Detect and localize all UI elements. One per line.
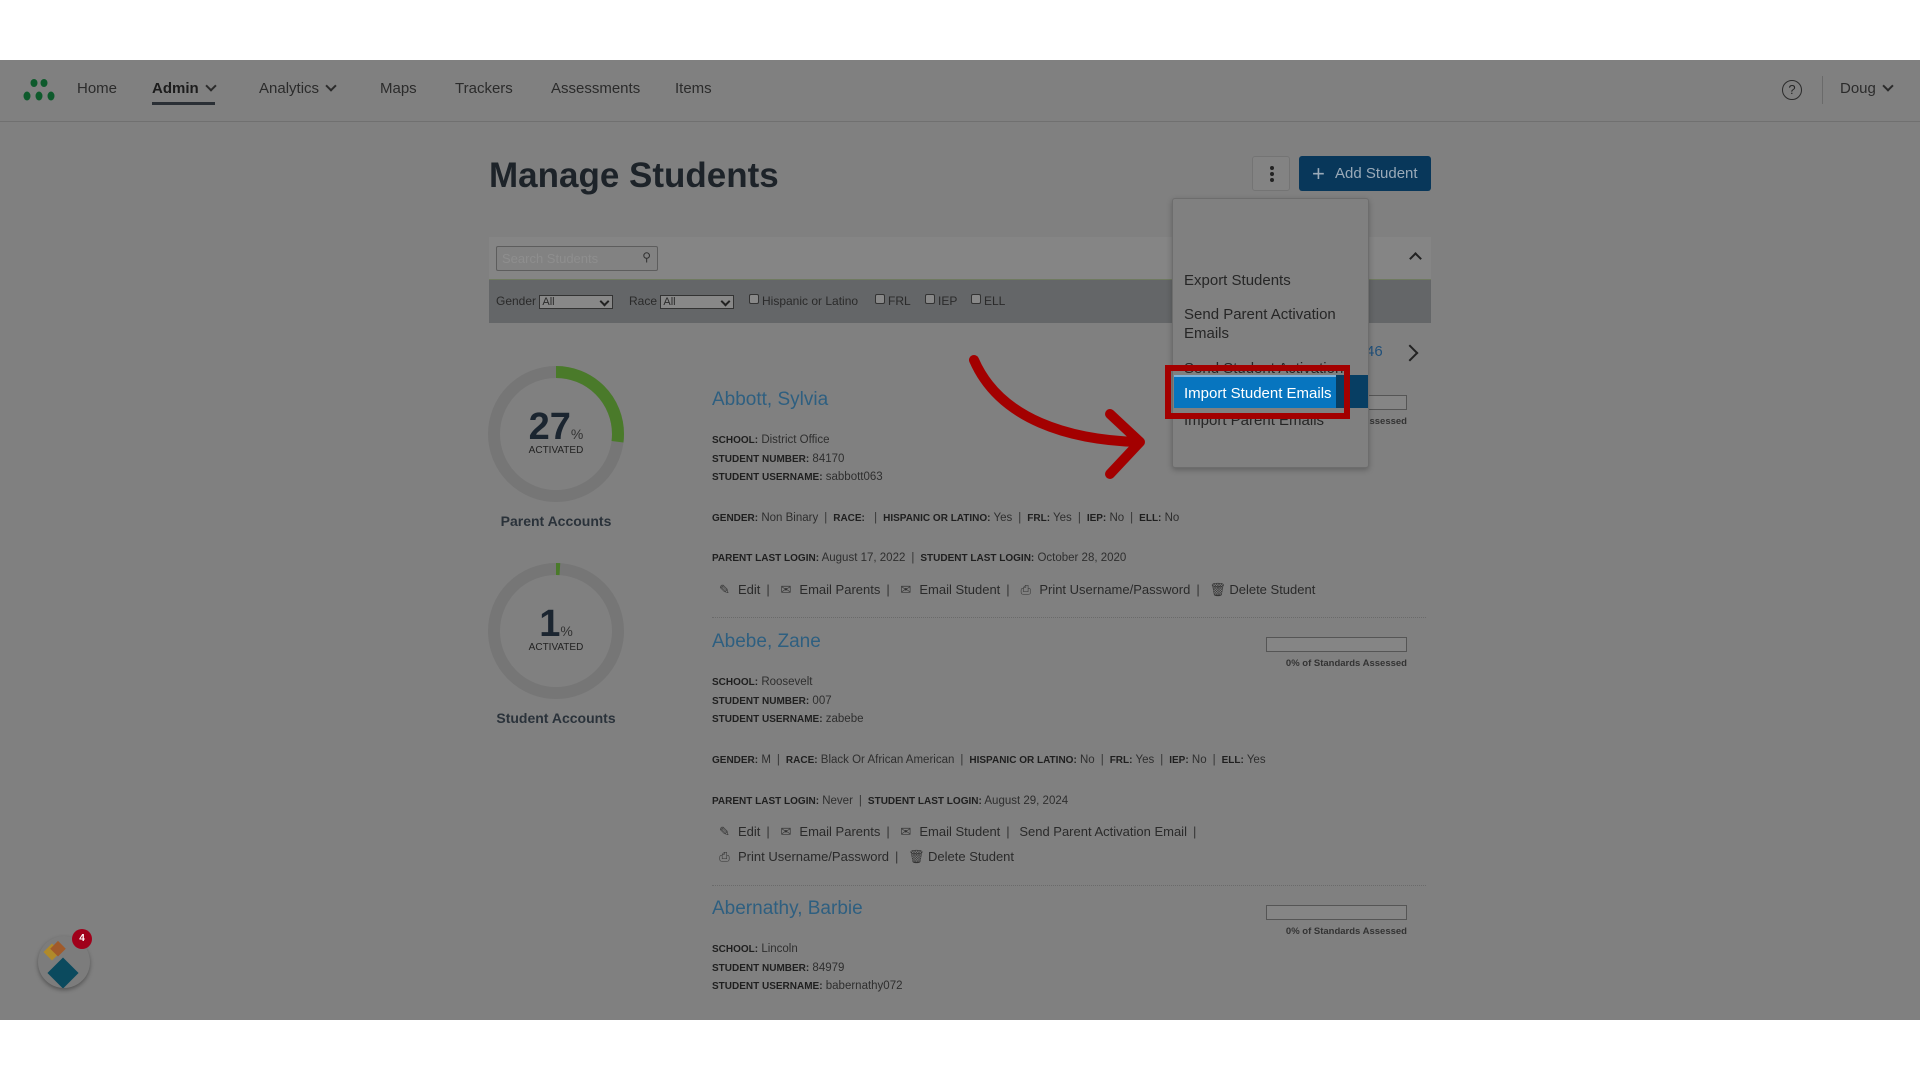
frl-label: FRL (888, 294, 911, 308)
nav-maps[interactable]: Maps (380, 80, 417, 97)
envelope-icon: ✉ (780, 824, 792, 839)
nav-home[interactable]: Home (77, 80, 117, 97)
envelope-icon: ✉ (780, 582, 792, 597)
chevron-down-icon (205, 80, 217, 92)
plus-icon: + (1312, 161, 1325, 186)
number-line: STUDENT NUMBER: 007 (712, 695, 832, 707)
demographics-line: GENDER: Non Binary | RACE: | HISPANIC OR LA… (712, 512, 1180, 524)
divider (712, 885, 1426, 886)
iep-checkbox[interactable]: IEP (925, 294, 957, 308)
envelope-icon: ✉ (900, 824, 912, 839)
app-screen: Home Admin Analytics Maps Trackers Asses… (0, 60, 1920, 1020)
more-options-button[interactable] (1252, 156, 1290, 191)
chevron-down-icon (325, 80, 337, 92)
student-name-link[interactable]: Abernathy, Barbie (712, 898, 863, 920)
username-line: STUDENT USERNAME: zabebe (712, 713, 864, 725)
trash-icon: 🗑 (908, 849, 925, 864)
top-nav: Home Admin Analytics Maps Trackers Asses… (0, 60, 1920, 122)
gender-filter: Gender All (496, 294, 614, 309)
help-circle-icon[interactable]: ? (1782, 80, 1802, 100)
notification-badge: 4 (72, 929, 92, 949)
nav-assessments[interactable]: Assessments (551, 80, 640, 97)
school-line: SCHOOL: District Office (712, 434, 830, 446)
nav-items[interactable]: Items (675, 80, 712, 97)
delete-link[interactable]: 🗑 Delete Student (908, 849, 1014, 864)
email-parents-link[interactable]: ✉ Email Parents (779, 582, 880, 597)
more-options-menu: Export Students Send Parent Activation E… (1172, 198, 1369, 468)
page-title: Manage Students (489, 156, 779, 195)
print-link[interactable]: ⎙ Print Username/Password (1019, 582, 1191, 597)
frl-checkbox[interactable]: FRL (875, 294, 911, 308)
username-line: STUDENT USERNAME: babernathy072 (712, 980, 903, 992)
annotation-arrow-icon (969, 355, 1145, 479)
pencil-icon: ✎ (719, 824, 730, 839)
standards-assessed: 0% of Standards Assessed (1285, 658, 1407, 669)
printer-icon: ⎙ (1020, 582, 1032, 597)
edit-link[interactable]: ✎ Edit (718, 824, 760, 839)
gender-select[interactable]: All (539, 294, 614, 309)
user-menu[interactable]: Doug (1840, 80, 1894, 97)
nav-analytics-label: Analytics (259, 80, 320, 97)
number-line: STUDENT NUMBER: 84979 (712, 962, 845, 974)
student-name-link[interactable]: Abbott, Sylvia (712, 389, 828, 411)
race-label: Race (629, 294, 658, 308)
standards-assessed: 0% of Standards Assessed (1285, 926, 1407, 937)
divider (1822, 76, 1823, 104)
user-name: Doug (1840, 80, 1876, 97)
highlight-box (1165, 365, 1350, 419)
demographics-line: GENDER: M | RACE: Black Or African America… (712, 754, 1266, 766)
delete-link[interactable]: 🗑 Delete Student (1209, 582, 1315, 597)
school-line: SCHOOL: Lincoln (712, 943, 798, 955)
add-student-button[interactable]: + Add Student (1299, 156, 1431, 191)
student-name-link[interactable]: Abebe, Zane (712, 631, 821, 653)
parent-activation-value: 27% ACTIVATED (528, 406, 584, 456)
printer-icon: ⎙ (719, 849, 730, 864)
send-parent-activation-link[interactable]: Send Parent Activation Email (1019, 824, 1187, 839)
student-actions-row2: ⎙ Print Username/Password | 🗑 Delete Studen… (718, 849, 1015, 864)
chevron-right-icon[interactable] (1401, 344, 1419, 362)
search-icon: ⚲ (642, 250, 651, 264)
chevron-up-icon[interactable] (1409, 252, 1422, 265)
logo-icon[interactable] (22, 78, 58, 102)
email-student-link[interactable]: ✉ Email Student (899, 582, 1000, 597)
username-line: STUDENT USERNAME: sabbott063 (712, 471, 883, 483)
number-line: STUDENT NUMBER: 84170 (712, 453, 845, 465)
standards-progress-bar (1266, 637, 1407, 652)
envelope-icon: ✉ (900, 582, 912, 597)
parent-accounts-label: Parent Accounts (500, 513, 612, 529)
nav-admin-label: Admin (152, 80, 199, 97)
chevron-down-icon (1882, 80, 1894, 92)
menu-item-export-students[interactable]: Export Students (1184, 271, 1364, 290)
nav-admin[interactable]: Admin (152, 80, 217, 105)
school-line: SCHOOL: Roosevelt (712, 676, 813, 688)
gender-label: Gender (496, 294, 537, 308)
edit-link[interactable]: ✎ Edit (718, 582, 760, 597)
hispanic-label: Hispanic or Latino (762, 294, 859, 308)
nav-analytics[interactable]: Analytics (259, 80, 337, 97)
search-input[interactable]: Search Students ⚲ (496, 246, 658, 271)
search-placeholder: Search Students (502, 251, 599, 266)
menu-item-send-parent-activation[interactable]: Send Parent Activation Emails (1184, 305, 1364, 343)
race-select[interactable]: All (660, 294, 735, 309)
print-link[interactable]: ⎙ Print Username/Password (718, 849, 889, 864)
add-student-label: Add Student (1335, 165, 1418, 182)
student-activation-value: 1% ACTIVATED (528, 603, 584, 653)
student-actions: ✎ Edit | ✉ Email Parents | ✉ Email Student | ⎙… (718, 582, 1316, 597)
standards-progress-bar (1266, 905, 1407, 920)
student-accounts-label: Student Accounts (496, 710, 616, 726)
divider (712, 617, 1426, 618)
login-line: PARENT LAST LOGIN: August 17, 2022 | STUDE… (712, 552, 1127, 564)
student-actions: ✎ Edit | ✉ Email Parents | ✉ Email Student | S… (718, 824, 1197, 839)
trash-icon: 🗑 (1209, 582, 1226, 597)
email-parents-link[interactable]: ✉ Email Parents (779, 824, 880, 839)
email-student-link[interactable]: ✉ Email Student (899, 824, 1000, 839)
iep-label: IEP (938, 294, 958, 308)
nav-trackers[interactable]: Trackers (455, 80, 513, 97)
pencil-icon: ✎ (719, 582, 730, 597)
hispanic-checkbox[interactable]: Hispanic or Latino (749, 294, 858, 308)
race-filter: Race All (629, 294, 735, 309)
login-line: PARENT LAST LOGIN: Never | STUDENT LAST LO… (712, 795, 1069, 807)
